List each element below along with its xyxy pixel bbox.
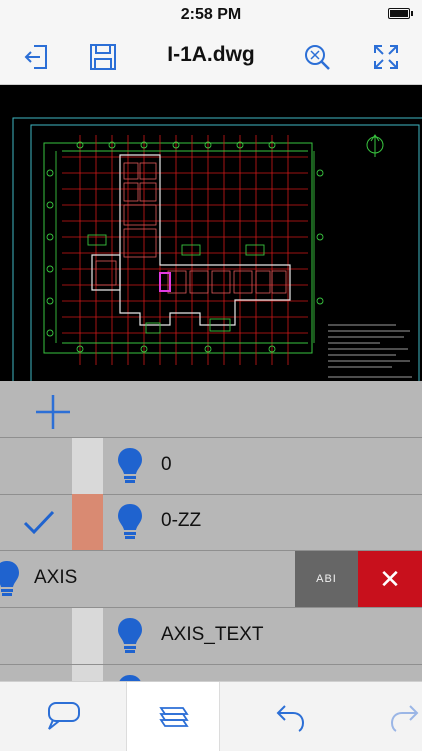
- layer-name: 0-ZZ: [161, 510, 202, 531]
- status-time: 2:58 PM: [180, 6, 242, 23]
- layer-color-swatch[interactable]: [72, 608, 103, 664]
- lightbulb-icon[interactable]: [117, 447, 143, 485]
- lightbulb-icon[interactable]: [0, 560, 20, 598]
- drawing-viewport[interactable]: [0, 85, 422, 381]
- undo-button[interactable]: [218, 682, 362, 751]
- layer-name: AXIS: [34, 567, 78, 588]
- zoom-window-button[interactable]: [298, 38, 336, 76]
- checkmark-icon: [23, 510, 55, 535]
- status-bar: 2:58 PM: [0, 0, 422, 30]
- lightbulb-icon[interactable]: [117, 617, 143, 655]
- redo-icon: [390, 704, 419, 732]
- layer-name: 0: [161, 454, 172, 475]
- add-layer-button[interactable]: [32, 391, 74, 433]
- zoom-extents-icon: [374, 45, 398, 69]
- layer-row-axis[interactable]: AXIS ABI ✕: [0, 551, 422, 608]
- undo-icon: [276, 704, 305, 732]
- zoom-window-icon: [305, 45, 330, 70]
- layer-panel: 0 0-ZZ AXIS ABI ✕ AXIS_TEXT: [0, 381, 422, 721]
- document-title: I-1A.dwg: [167, 43, 255, 66]
- navigation-bar: I-1A.dwg: [0, 30, 422, 85]
- layers-tab[interactable]: [126, 682, 220, 751]
- layer-row-0-zz[interactable]: 0-ZZ: [0, 494, 422, 551]
- layer-color-swatch[interactable]: [72, 438, 103, 494]
- layer-name: AXIS_TEXT: [161, 624, 264, 645]
- layer-color-swatch[interactable]: [72, 494, 103, 550]
- plus-icon: [36, 395, 70, 429]
- lightbulb-icon[interactable]: [117, 503, 143, 541]
- rename-layer-button[interactable]: ABI: [295, 551, 358, 607]
- battery-icon: [388, 8, 413, 19]
- layer-row-0[interactable]: 0: [0, 437, 422, 495]
- cad-floor-plan: [12, 117, 422, 381]
- layer-row-axis-text[interactable]: AXIS_TEXT: [0, 608, 422, 665]
- comment-icon: [48, 701, 80, 730]
- redo-button[interactable]: [362, 682, 422, 751]
- layers-icon: [159, 706, 189, 727]
- zoom-extents-button[interactable]: [367, 38, 405, 76]
- delete-layer-button[interactable]: ✕: [358, 551, 422, 607]
- bottom-toolbar: [0, 681, 422, 751]
- comment-tab[interactable]: [0, 682, 126, 751]
